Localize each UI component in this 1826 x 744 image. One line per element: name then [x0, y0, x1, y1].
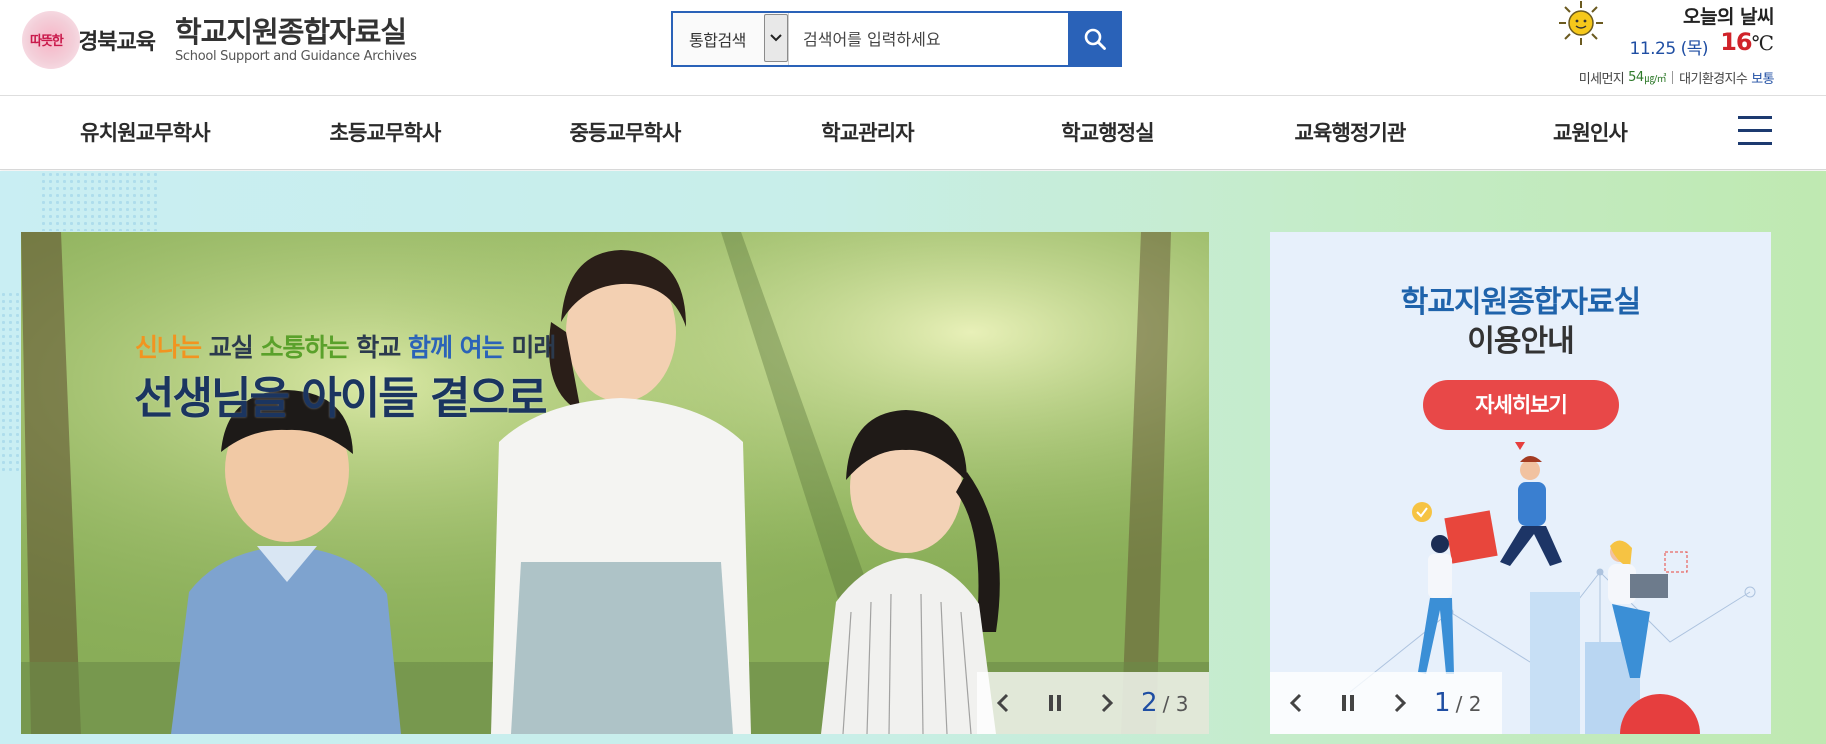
fine-dust-value: 54	[1628, 70, 1644, 85]
banner-slogan: 신나는 교실 소통하는 학교 함께 여는 미래	[135, 328, 556, 364]
slogan-word: 신나는	[135, 333, 202, 362]
nav-item-elementary[interactable]: 초등교무학사	[315, 96, 455, 170]
logo-brand: 경북교육	[78, 29, 156, 55]
search-scope-select[interactable]: 통합검색	[673, 13, 789, 65]
slide-total: / 3	[1162, 692, 1189, 716]
slide-current: 2	[1141, 688, 1158, 718]
nav-item-secondary[interactable]: 중등교무학사	[555, 96, 695, 170]
temperature-unit: ℃	[1751, 31, 1774, 55]
slide-current: 1	[1434, 688, 1451, 718]
pause-icon	[1342, 695, 1354, 711]
decorative-dots	[40, 171, 160, 231]
nav-item-admin-office[interactable]: 학교행정실	[1045, 96, 1170, 170]
site-logo[interactable]: 따뜻한 경북교육 학교지원종합자료실 School Support and Gu…	[22, 10, 417, 70]
air-index-value: 보통	[1751, 72, 1774, 87]
air-index-label: 대기환경지수	[1679, 72, 1748, 87]
info-card-subtitle: 이용안내	[1467, 324, 1574, 359]
slogan-word: 교실	[208, 333, 254, 362]
nav-item-kindergarten[interactable]: 유치원교무학사	[60, 96, 230, 170]
slogan-word: 함께 여는	[407, 333, 505, 362]
search-icon	[1084, 28, 1106, 50]
chevron-left-icon	[1289, 693, 1302, 713]
hero-section: 신나는 교실 소통하는 학교 함께 여는 미래 선생님을 아이들 곁으로 2 /…	[0, 171, 1826, 744]
next-button[interactable]	[1081, 672, 1133, 734]
info-slider-controls: 1 / 2	[1270, 672, 1502, 734]
info-card-slider[interactable]: 학교지원종합자료실 이용안내 자세히보기 1 / 2	[1270, 232, 1771, 734]
air-quality: 미세먼지 54 ㎍/㎥ 대기환경지수 보통	[1578, 68, 1775, 87]
view-details-button[interactable]: 자세히보기	[1423, 380, 1619, 430]
main-banner-slider[interactable]: 신나는 교실 소통하는 학교 함께 여는 미래 선생님을 아이들 곁으로 2 /…	[21, 232, 1209, 734]
temperature-value: 16	[1720, 28, 1752, 56]
logo-seal-text: 따뜻한	[30, 34, 64, 49]
weather-title: 오늘의 날씨	[1682, 6, 1775, 28]
nav-item-teacher-hr[interactable]: 교원인사	[1540, 96, 1640, 170]
fine-dust-unit: ㎍/㎥	[1644, 74, 1667, 85]
logo-seal-icon: 따뜻한	[22, 11, 80, 69]
logo-titles: 학교지원종합자료실 School Support and Guidance Ar…	[175, 15, 417, 65]
banner-photo	[21, 232, 1209, 734]
pause-button[interactable]	[1029, 672, 1081, 734]
site-subtitle: School Support and Guidance Archives	[174, 49, 417, 64]
slide-counter: 1 / 2	[1426, 688, 1501, 718]
chevron-down-icon[interactable]	[764, 14, 788, 62]
weather-widget: 오늘의 날씨 11.25 (목) 16℃ 미세먼지 54 ㎍/㎥ 대기환경지수 …	[1514, 0, 1775, 92]
search-scope-label: 통합검색	[689, 31, 746, 50]
banner-slider-controls: 2 / 3	[977, 672, 1209, 734]
main-nav: 유치원교무학사 초등교무학사 중등교무학사 학교관리자 학교행정실 교육행정기관…	[0, 96, 1826, 170]
prev-button[interactable]	[977, 672, 1029, 734]
banner-headline: 선생님을 아이들 곁으로	[134, 373, 547, 424]
slide-total: / 2	[1455, 692, 1482, 716]
search-button[interactable]	[1068, 11, 1122, 67]
nav-item-edu-agency[interactable]: 교육행정기관	[1280, 96, 1420, 170]
fine-dust-label: 미세먼지	[1578, 72, 1625, 87]
pause-icon	[1049, 695, 1061, 711]
next-button[interactable]	[1374, 672, 1426, 734]
slogan-word: 미래	[511, 333, 556, 362]
info-card-title: 학교지원종합자료실	[1400, 285, 1641, 320]
sun-icon	[1559, 1, 1603, 45]
chevron-right-icon	[1101, 693, 1114, 713]
site-header: 따뜻한 경북교육 학교지원종합자료실 School Support and Gu…	[0, 0, 1826, 96]
weather-date: 11.25 (목)	[1629, 39, 1709, 59]
slide-counter: 2 / 3	[1133, 688, 1208, 718]
search-bar: 통합검색	[671, 11, 1122, 67]
weather-temperature: 16℃	[1720, 28, 1774, 56]
hamburger-menu-icon[interactable]	[1738, 116, 1772, 150]
nav-item-school-admin[interactable]: 학교관리자	[805, 96, 930, 170]
slogan-word: 학교	[356, 333, 401, 362]
chevron-left-icon	[996, 693, 1009, 713]
search-input[interactable]	[789, 13, 1068, 65]
slogan-word: 소통하는	[260, 333, 349, 362]
prev-button[interactable]	[1270, 672, 1322, 734]
site-title: 학교지원종합자료실	[174, 15, 407, 49]
divider	[1672, 71, 1674, 84]
chevron-right-icon	[1394, 693, 1407, 713]
pause-button[interactable]	[1322, 672, 1374, 734]
